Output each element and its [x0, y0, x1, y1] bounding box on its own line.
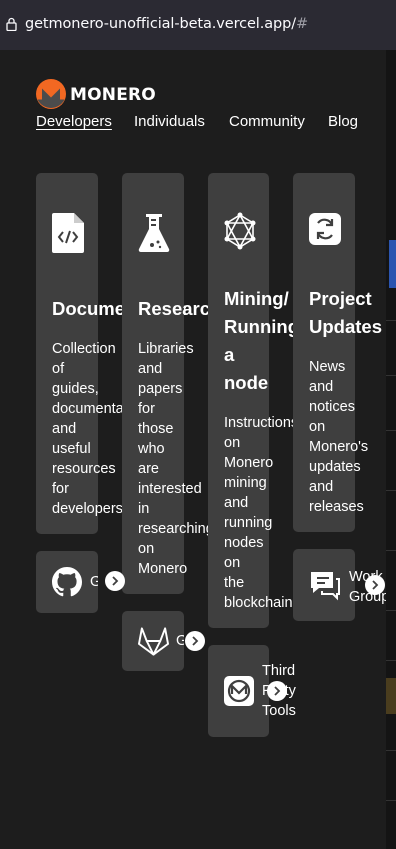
scrollbar-thumb[interactable]	[389, 240, 396, 288]
nav-developers[interactable]: Developers	[36, 113, 112, 130]
browser-url-bar[interactable]: getmonero-unofficial-beta.vercel.app/#	[0, 0, 396, 50]
card-project-updates[interactable]: Project Updates News and notices on Monero's u…	[293, 173, 382, 532]
link-github[interactable]: GitHub	[36, 551, 98, 613]
arrow-right-icon[interactable]	[267, 681, 287, 701]
network-icon	[224, 212, 256, 250]
refresh-icon	[309, 213, 341, 245]
arrow-right-icon[interactable]	[365, 575, 385, 595]
link-label: GitLab	[176, 633, 184, 649]
url-text[interactable]: getmonero-unofficial-beta.vercel.app/#	[25, 16, 308, 32]
arrow-right-icon[interactable]	[105, 571, 125, 591]
link-gitlab[interactable]: GitLab	[122, 611, 184, 671]
flask-icon	[138, 214, 170, 253]
card-mining[interactable]: Mining/Running a node Instructions on Monero…	[208, 173, 299, 628]
link-third-party-tools[interactable]: ThirdPartyTools	[208, 645, 296, 737]
card-documentation[interactable]: Documentation Collection of guides, documen…	[36, 173, 187, 534]
monero-icon	[224, 676, 254, 706]
monero-logo-icon[interactable]	[36, 79, 66, 109]
link-work-groups[interactable]: WorkGroups	[293, 549, 386, 621]
card-title: Mining/Running a node	[224, 288, 300, 393]
card-description: Libraries and papers for those who are interest…	[138, 341, 214, 577]
gitlab-icon	[138, 627, 169, 656]
nav-blog[interactable]: Blog	[328, 113, 358, 130]
link-label: GitHub	[90, 574, 98, 590]
card-description: News and notices on Monero's updates and releas…	[309, 359, 369, 515]
code-file-icon	[52, 213, 84, 253]
chat-icon	[311, 572, 340, 601]
logo-text[interactable]: MONERO	[70, 85, 156, 105]
card-research[interactable]: Research Libraries and papers for those who ar…	[122, 173, 221, 594]
github-icon	[52, 567, 82, 597]
scrollbar[interactable]	[386, 50, 396, 849]
nav-community[interactable]: Community	[229, 113, 305, 130]
lock-icon	[6, 17, 17, 31]
page-content: MONERO Developers Individuals Community …	[0, 50, 386, 849]
nav-individuals[interactable]: Individuals	[134, 113, 205, 130]
card-description: Instructions on Monero mining and running node…	[224, 415, 299, 611]
arrow-right-icon[interactable]	[185, 631, 205, 651]
card-title: Project Updates	[309, 288, 382, 337]
